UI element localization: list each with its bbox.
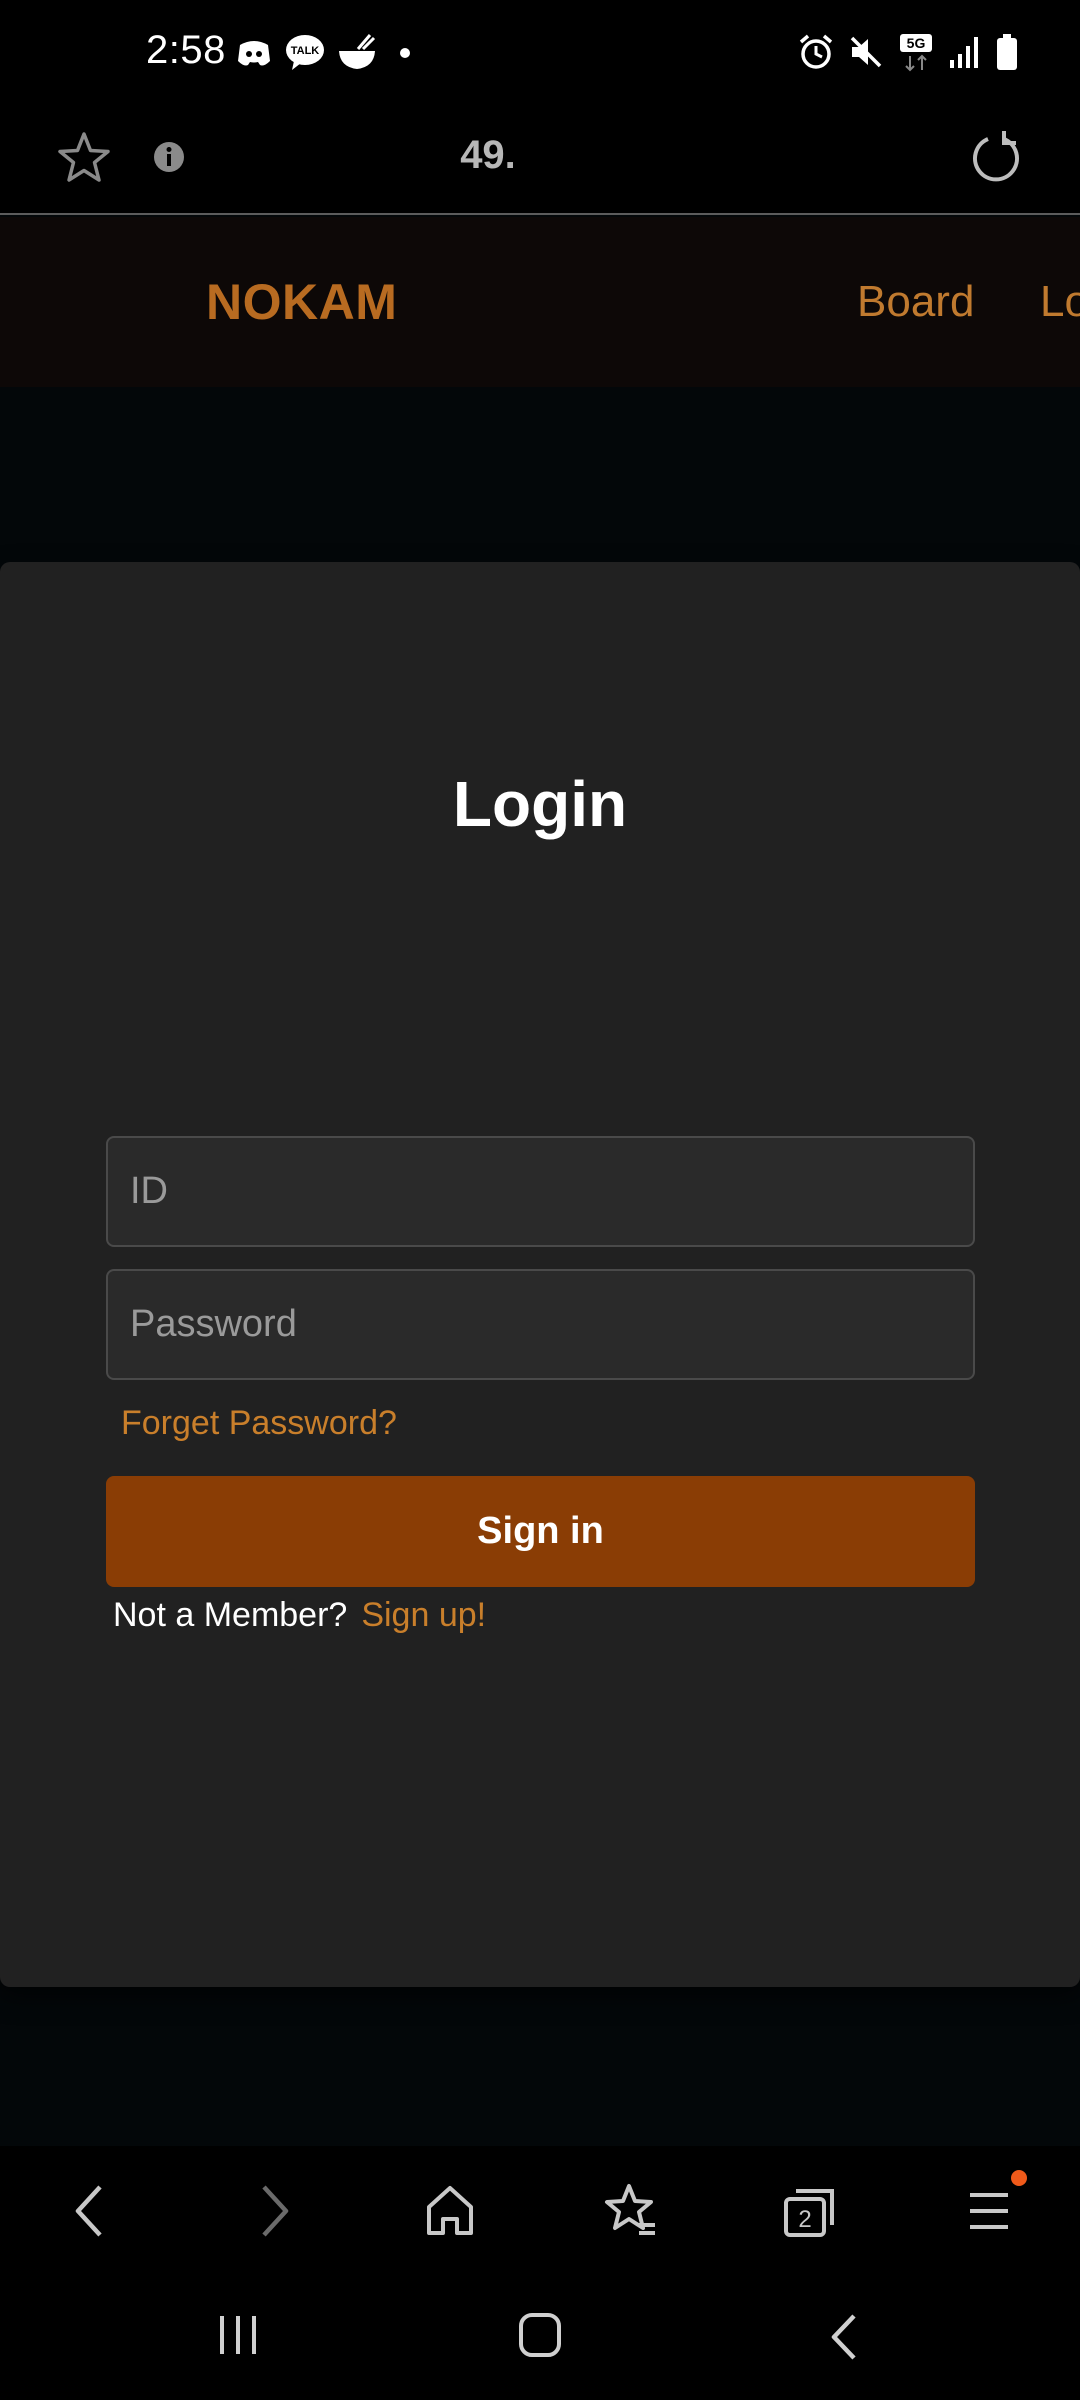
browser-toolbar: 2 (0, 2146, 1080, 2276)
status-left-icons: TALK (234, 33, 410, 73)
sign-up-link[interactable]: Sign up! (361, 1596, 486, 1634)
signal-icon (950, 37, 978, 68)
notification-dot (400, 48, 410, 58)
menu-notification-dot (1011, 2170, 1027, 2186)
sign-in-button[interactable]: Sign in (106, 1476, 975, 1587)
status-time: 2:58 (146, 28, 226, 72)
login-card: Login Forget Password? Sign in Not a Mem… (0, 562, 1080, 1987)
svg-text:TALK: TALK (291, 45, 320, 57)
kakaotalk-icon: TALK (286, 35, 324, 70)
id-input[interactable] (106, 1136, 975, 1247)
member-prompt-text: Not a Member? (113, 1596, 348, 1634)
status-bar: 2:58 TALK 5G (0, 0, 1080, 105)
svg-text:5G: 5G (907, 35, 926, 51)
recents-icon[interactable] (216, 2312, 260, 2358)
discord-icon (238, 41, 270, 66)
system-navigation-bar (0, 2276, 1080, 2400)
forward-icon[interactable] (254, 2181, 294, 2241)
mute-icon (850, 36, 882, 68)
nav-link-login[interactable]: Lo (1040, 277, 1080, 327)
reload-icon[interactable] (970, 129, 1022, 185)
url-value: 49. (460, 133, 516, 177)
system-back-icon[interactable] (826, 2312, 862, 2362)
5g-icon: 5G (900, 34, 932, 72)
alarm-icon (799, 34, 833, 69)
nav-link-board[interactable]: Board (857, 277, 974, 327)
site-navbar: NOKAM Board Lo (0, 217, 1080, 387)
screen: 2:58 TALK 5G 49. NOKAM Board Lo Login ID… (0, 0, 1080, 2400)
status-right-icons: 5G (798, 32, 1018, 72)
forgot-password-link[interactable]: Forget Password? (121, 1404, 397, 1443)
battery-icon (997, 34, 1017, 70)
signup-prompt: Not a Member? Sign up! (113, 1596, 486, 1635)
tabs-icon[interactable]: 2 (782, 2181, 838, 2241)
url-text[interactable]: 49. (0, 133, 1080, 178)
back-icon[interactable] (70, 2181, 110, 2241)
system-home-icon[interactable] (518, 2312, 562, 2358)
food-delivery-icon (339, 34, 376, 69)
page-title: Login (452, 768, 628, 840)
menu-icon[interactable] (966, 2181, 1012, 2241)
brand-logo[interactable]: NOKAM (206, 273, 397, 331)
password-input[interactable] (106, 1269, 975, 1380)
browser-address-bar: 49. (0, 105, 1080, 215)
tab-count: 2 (798, 2206, 811, 2233)
home-icon[interactable] (425, 2181, 475, 2241)
bookmarks-icon[interactable] (603, 2181, 659, 2241)
